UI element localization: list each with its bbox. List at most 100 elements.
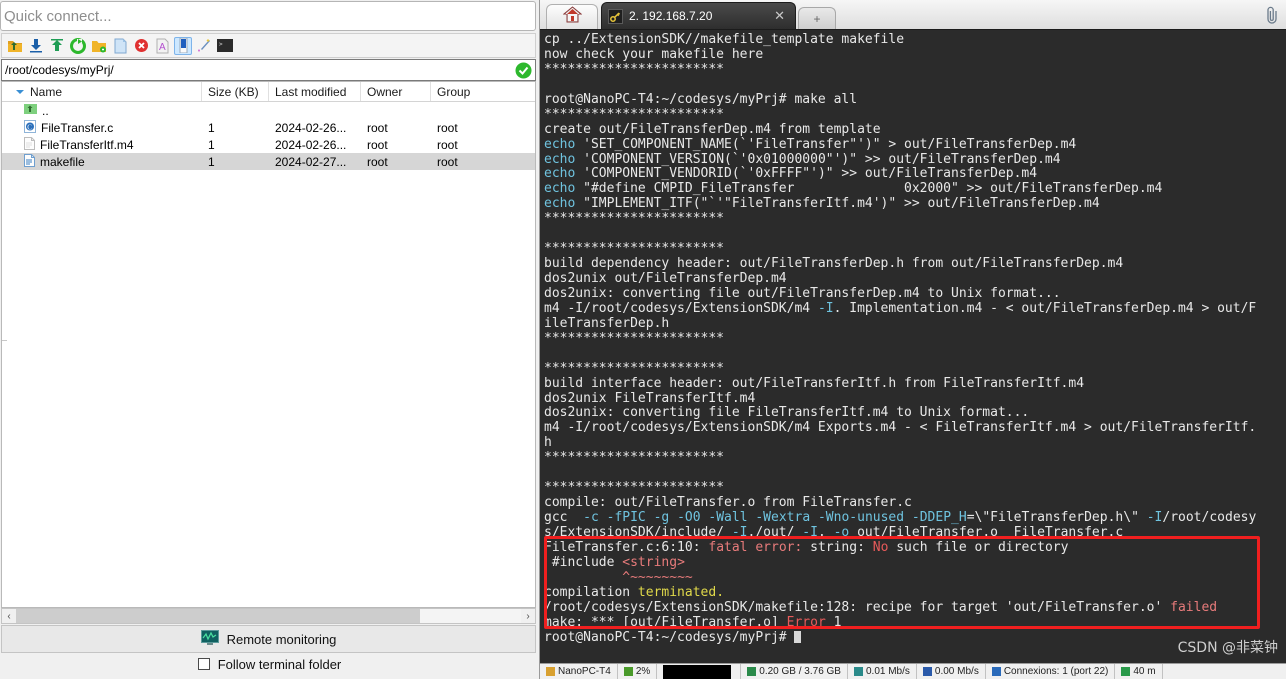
file-toolbar: A > bbox=[1, 33, 536, 58]
check-circle-icon bbox=[515, 62, 532, 79]
scrollbar-track[interactable] bbox=[16, 609, 521, 623]
delete-icon[interactable] bbox=[132, 37, 150, 55]
home-tab[interactable] bbox=[546, 4, 598, 29]
new-tab-button[interactable]: + bbox=[798, 7, 836, 29]
terminal-text: root@NanoPC-T4:~/codesys/myPrj# make all bbox=[544, 91, 858, 107]
c-source-file-icon: C bbox=[24, 119, 36, 136]
status-bar-label: 2% bbox=[635, 666, 651, 677]
graph-icon bbox=[663, 664, 732, 679]
terminal-line: *********************** bbox=[544, 450, 1286, 466]
terminal-text: 'SET_COMPONENT_NAME(`'FileTransfer"')" >… bbox=[575, 136, 1077, 152]
remote-path-value: /root/codesys/myPrj/ bbox=[5, 63, 114, 77]
column-header-group[interactable]: Group bbox=[431, 82, 535, 101]
terminal-line: s/ExtensionSDK/include/ -I./out/ -I. -o … bbox=[544, 524, 1286, 541]
status-bar-item[interactable]: 2% bbox=[618, 664, 658, 679]
open-terminal-icon[interactable]: > bbox=[216, 37, 234, 55]
download-icon[interactable] bbox=[27, 37, 45, 55]
terminal-line: build dependency header: out/FileTransfe… bbox=[544, 256, 1286, 272]
terminal-text: dos2unix: converting file out/FileTransf… bbox=[544, 285, 1061, 301]
column-header-size[interactable]: Size (KB) bbox=[202, 82, 269, 101]
terminal-line: #include <string> bbox=[544, 555, 1286, 571]
panel-splitter[interactable] bbox=[2, 340, 7, 341]
file-owner-cell: root bbox=[367, 120, 388, 135]
table-row[interactable]: makefile 1 2024-02-27... root root bbox=[2, 153, 535, 170]
refresh-icon[interactable] bbox=[69, 37, 87, 55]
new-file-icon[interactable] bbox=[111, 37, 129, 55]
terminal-line: m4 -I/root/codesys/ExtensionSDK/m4 Expor… bbox=[544, 420, 1286, 436]
table-row[interactable]: .. bbox=[2, 102, 535, 119]
terminal-text: -I bbox=[802, 524, 818, 540]
terminal-text: "#define CMPID_FileTransfer 0x2000" >> o… bbox=[575, 181, 1163, 197]
terminal-text: dos2unix FileTransferItf.m4 bbox=[544, 390, 756, 406]
terminal-line: *********************** bbox=[544, 361, 1286, 377]
terminal-text: -O0 bbox=[677, 510, 701, 525]
status-bar-item[interactable]: Connexions: 1 (port 22) bbox=[986, 664, 1116, 679]
terminal-text: dos2unix out/FileTransferDep.m4 bbox=[544, 271, 787, 286]
file-modified-cell: 2024-02-26... bbox=[275, 137, 347, 152]
quick-connect-input[interactable]: Quick connect... bbox=[0, 1, 536, 31]
upload-speed-icon bbox=[922, 667, 932, 676]
terminal-text: 'COMPONENT_VENDORID(`'0xFFFF"')" >> out/… bbox=[575, 166, 1038, 182]
terminal-text: ./out/ bbox=[747, 524, 803, 540]
remote-path-input[interactable]: /root/codesys/myPrj/ bbox=[1, 59, 536, 81]
permissions-magic-icon[interactable] bbox=[195, 37, 213, 55]
terminal-line: *********************** bbox=[544, 331, 1286, 347]
status-bar-item[interactable]: 0.20 GB / 3.76 GB bbox=[741, 664, 848, 679]
terminal-text: "IMPLEMENT_ITF("`'"FileTransferItf.m4')"… bbox=[575, 196, 1100, 212]
terminal-session-tab-label: 2. 192.168.7.20 bbox=[629, 9, 713, 23]
file-browser-panel: Quick connect... A > /root/codesys/myPrj… bbox=[0, 0, 540, 679]
terminal-text: . bbox=[817, 524, 834, 540]
follow-terminal-folder-row[interactable]: Follow terminal folder bbox=[0, 653, 539, 679]
terminal-text: 1 bbox=[825, 614, 842, 630]
quick-connect-placeholder: Quick connect... bbox=[4, 7, 112, 25]
terminal-text: No bbox=[872, 539, 889, 555]
binary-transfer-mode-icon[interactable] bbox=[174, 36, 192, 55]
terminal-text: terminated. bbox=[637, 584, 725, 600]
column-header-owner[interactable]: Owner bbox=[361, 82, 431, 101]
close-icon[interactable]: ✕ bbox=[770, 8, 789, 24]
status-bar-item[interactable]: 0.00 Mb/s bbox=[917, 664, 986, 679]
new-folder-icon[interactable] bbox=[90, 37, 108, 55]
scroll-left-arrow-icon[interactable]: ‹ bbox=[2, 611, 16, 622]
file-list[interactable]: Name Size (KB) Last modified Owner Group… bbox=[1, 81, 536, 608]
terminal-text: -fPIC bbox=[606, 510, 646, 525]
column-header-name[interactable]: Name bbox=[2, 82, 202, 101]
table-row[interactable]: FileTransferItf.m4 1 2024-02-26... root … bbox=[2, 136, 535, 153]
status-bar-item[interactable]: 0.01 Mb/s bbox=[848, 664, 917, 679]
terminal-text: such file or directory bbox=[888, 539, 1069, 555]
terminal-session-tab[interactable]: 2. 192.168.7.20 ✕ bbox=[601, 2, 796, 29]
terminal-line: *********************** bbox=[544, 62, 1286, 78]
go-up-folder-icon[interactable] bbox=[6, 37, 24, 55]
upload-icon[interactable] bbox=[48, 37, 66, 55]
paperclip-icon[interactable] bbox=[1266, 6, 1280, 29]
terminal-text: Error bbox=[786, 614, 826, 630]
terminal-text: echo bbox=[544, 181, 576, 197]
scrollbar-thumb[interactable] bbox=[16, 609, 420, 623]
watermark-text: CSDN @非菜钟 bbox=[1177, 640, 1278, 656]
column-header-last-modified[interactable]: Last modified bbox=[269, 82, 361, 101]
status-bar-item[interactable] bbox=[657, 664, 742, 679]
terminal-line: echo "#define CMPID_FileTransfer 0x2000"… bbox=[544, 181, 1286, 197]
remote-monitoring-button[interactable]: Remote monitoring bbox=[1, 625, 536, 653]
terminal-line: create out/FileTransferDep.m4 from templ… bbox=[544, 122, 1286, 138]
plus-icon: + bbox=[813, 11, 821, 26]
host-icon bbox=[546, 667, 555, 676]
table-row[interactable]: C FileTransfer.c 1 2024-02-26... root ro… bbox=[2, 119, 535, 136]
terminal-panel: 2. 192.168.7.20 ✕ + cp ../ExtensionSDK//… bbox=[540, 0, 1286, 679]
status-bar-item[interactable]: 40 m bbox=[1115, 664, 1163, 679]
follow-terminal-folder-checkbox[interactable] bbox=[197, 658, 210, 670]
terminal-line: FileTransfer.c:6:10: fatal error: string… bbox=[544, 539, 1286, 556]
terminal-line: dos2unix FileTransferItf.m4 bbox=[544, 390, 1286, 407]
status-bar-item[interactable]: NanoPC-T4 bbox=[540, 664, 618, 679]
terminal-line: dos2unix out/FileTransferDep.m4 bbox=[544, 271, 1286, 287]
horizontal-scrollbar[interactable]: ‹ › bbox=[1, 608, 536, 624]
terminal-text: *********************** bbox=[544, 211, 725, 227]
scroll-right-arrow-icon[interactable]: › bbox=[521, 611, 535, 622]
terminal-output[interactable]: cp ../ExtensionSDK//makefile_template ma… bbox=[540, 30, 1286, 663]
terminal-text: -I bbox=[817, 300, 834, 316]
file-name-cell: FileTransferItf.m4 bbox=[2, 136, 202, 153]
terminal-text: string: bbox=[810, 539, 873, 555]
text-transfer-mode-icon[interactable]: A bbox=[153, 37, 171, 55]
